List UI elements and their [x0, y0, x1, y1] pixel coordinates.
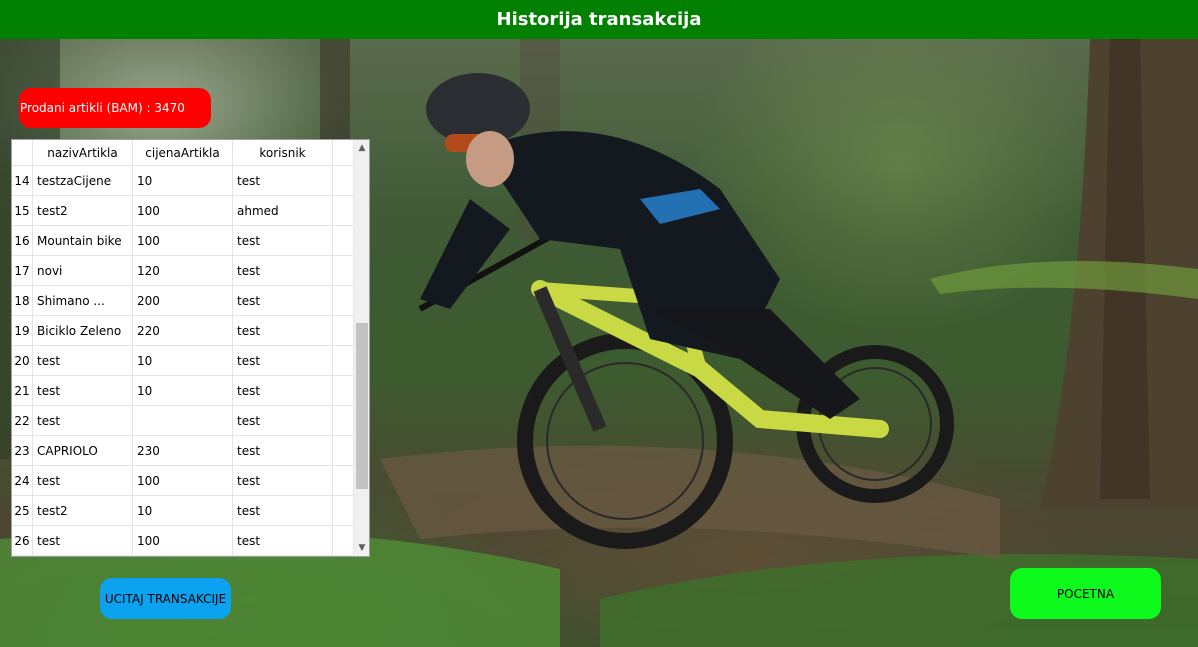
table-row[interactable]: 15 test2 100 ahmed: [12, 196, 354, 226]
table-row[interactable]: 22 test test: [12, 406, 354, 436]
cell-cijenaartikla[interactable]: 100: [133, 526, 233, 555]
row-number[interactable]: 14: [12, 166, 33, 195]
cell-korisnik[interactable]: test: [233, 406, 333, 435]
table-row[interactable]: [12, 556, 354, 557]
cell-nazivartikla[interactable]: test: [33, 376, 133, 405]
cell-cijenaartikla[interactable]: [133, 556, 233, 557]
row-number[interactable]: 16: [12, 226, 33, 255]
table-row[interactable]: 23 CAPRIOLO 230 test: [12, 436, 354, 466]
cell-nazivartikla[interactable]: test: [33, 346, 133, 375]
chevron-down-icon[interactable]: ▼: [354, 540, 369, 556]
row-number[interactable]: 20: [12, 346, 33, 375]
scrollbar-thumb[interactable]: [356, 323, 368, 489]
cell-korisnik[interactable]: test: [233, 316, 333, 345]
row-number[interactable]: 21: [12, 376, 33, 405]
cell-nazivartikla[interactable]: Mountain bike: [33, 226, 133, 255]
vertical-scrollbar[interactable]: ▲ ▼: [353, 140, 369, 556]
row-number[interactable]: 26: [12, 526, 33, 555]
table-row[interactable]: 26 test 100 test: [12, 526, 354, 556]
row-header-corner[interactable]: [12, 140, 33, 165]
table-row[interactable]: 24 test 100 test: [12, 466, 354, 496]
table-row[interactable]: 25 test2 10 test: [12, 496, 354, 526]
cell-korisnik[interactable]: [233, 556, 333, 557]
row-number[interactable]: [12, 556, 33, 557]
home-button-label: POCETNA: [1056, 586, 1115, 601]
row-number[interactable]: 23: [12, 436, 33, 465]
cell-nazivartikla[interactable]: CAPRIOLO: [33, 436, 133, 465]
cell-cijenaartikla[interactable]: 120: [133, 256, 233, 285]
cell-cijenaartikla[interactable]: 100: [133, 196, 233, 225]
row-number[interactable]: 15: [12, 196, 33, 225]
grid-body: 14 testzaCijene 10 test 15 test2 100 ahmed 16 Mou…: [12, 166, 354, 557]
cell-korisnik[interactable]: test: [233, 226, 333, 255]
cell-nazivartikla[interactable]: [33, 556, 133, 557]
grid-header: nazivArtikla cijenaArtikla korisnik: [12, 140, 354, 166]
cell-nazivartikla[interactable]: test2: [33, 496, 133, 525]
cell-korisnik[interactable]: test: [233, 346, 333, 375]
transactions-grid[interactable]: nazivArtikla cijenaArtikla korisnik 14 te…: [11, 139, 370, 557]
cell-korisnik[interactable]: test: [233, 526, 333, 555]
table-row[interactable]: 20 test 10 test: [12, 346, 354, 376]
cell-korisnik[interactable]: test: [233, 286, 333, 315]
table-row[interactable]: 19 Biciklo Zeleno 220 test: [12, 316, 354, 346]
cell-korisnik[interactable]: test: [233, 436, 333, 465]
cell-korisnik[interactable]: test: [233, 376, 333, 405]
grid-content: nazivArtikla cijenaArtikla korisnik 14 te…: [12, 140, 354, 557]
cell-cijenaartikla[interactable]: [133, 406, 233, 435]
cell-korisnik[interactable]: test: [233, 496, 333, 525]
column-header-cijenaartikla[interactable]: cijenaArtikla: [133, 140, 233, 165]
cell-nazivartikla[interactable]: test: [33, 466, 133, 495]
load-transactions-label: UCITAJ TRANSAKCIJE: [104, 591, 227, 606]
table-row[interactable]: 17 novi 120 test: [12, 256, 354, 286]
sold-articles-badge: Prodani artikli (BAM) : 3470: [19, 88, 211, 128]
row-number[interactable]: 17: [12, 256, 33, 285]
cell-nazivartikla[interactable]: test2: [33, 196, 133, 225]
cell-cijenaartikla[interactable]: 10: [133, 166, 233, 195]
table-row[interactable]: 16 Mountain bike 100 test: [12, 226, 354, 256]
cell-korisnik[interactable]: test: [233, 466, 333, 495]
cell-nazivartikla[interactable]: testzaCijene: [33, 166, 133, 195]
cell-cijenaartikla[interactable]: 10: [133, 376, 233, 405]
cell-korisnik[interactable]: test: [233, 166, 333, 195]
cell-cijenaartikla[interactable]: 100: [133, 226, 233, 255]
cell-nazivartikla[interactable]: Biciklo Zeleno: [33, 316, 133, 345]
column-header-nazivartikla[interactable]: nazivArtikla: [33, 140, 133, 165]
window-title: Historija transakcija: [496, 9, 702, 30]
table-row[interactable]: 18 Shimano ... 200 test: [12, 286, 354, 316]
row-number[interactable]: 19: [12, 316, 33, 345]
row-number[interactable]: 22: [12, 406, 33, 435]
cell-nazivartikla[interactable]: test: [33, 406, 133, 435]
cell-korisnik[interactable]: ahmed: [233, 196, 333, 225]
cell-cijenaartikla[interactable]: 220: [133, 316, 233, 345]
cell-nazivartikla[interactable]: novi: [33, 256, 133, 285]
transaction-history-window: Historija transakcija Prodani artikli (B…: [0, 0, 1198, 647]
row-number[interactable]: 25: [12, 496, 33, 525]
row-number[interactable]: 18: [12, 286, 33, 315]
cell-cijenaartikla[interactable]: 200: [133, 286, 233, 315]
cell-cijenaartikla[interactable]: 230: [133, 436, 233, 465]
cell-cijenaartikla[interactable]: 10: [133, 346, 233, 375]
title-bar: Historija transakcija: [0, 0, 1198, 39]
cell-korisnik[interactable]: test: [233, 256, 333, 285]
table-row[interactable]: 21 test 10 test: [12, 376, 354, 406]
home-button[interactable]: POCETNA: [1010, 568, 1161, 619]
column-header-korisnik[interactable]: korisnik: [233, 140, 333, 165]
cell-cijenaartikla[interactable]: 10: [133, 496, 233, 525]
cell-cijenaartikla[interactable]: 100: [133, 466, 233, 495]
cell-nazivartikla[interactable]: Shimano ...: [33, 286, 133, 315]
table-row[interactable]: 14 testzaCijene 10 test: [12, 166, 354, 196]
sold-articles-label: Prodani artikli (BAM) : 3470: [20, 101, 185, 115]
cell-nazivartikla[interactable]: test: [33, 526, 133, 555]
row-number[interactable]: 24: [12, 466, 33, 495]
chevron-up-icon[interactable]: ▲: [354, 140, 369, 156]
load-transactions-button[interactable]: UCITAJ TRANSAKCIJE: [100, 578, 231, 619]
